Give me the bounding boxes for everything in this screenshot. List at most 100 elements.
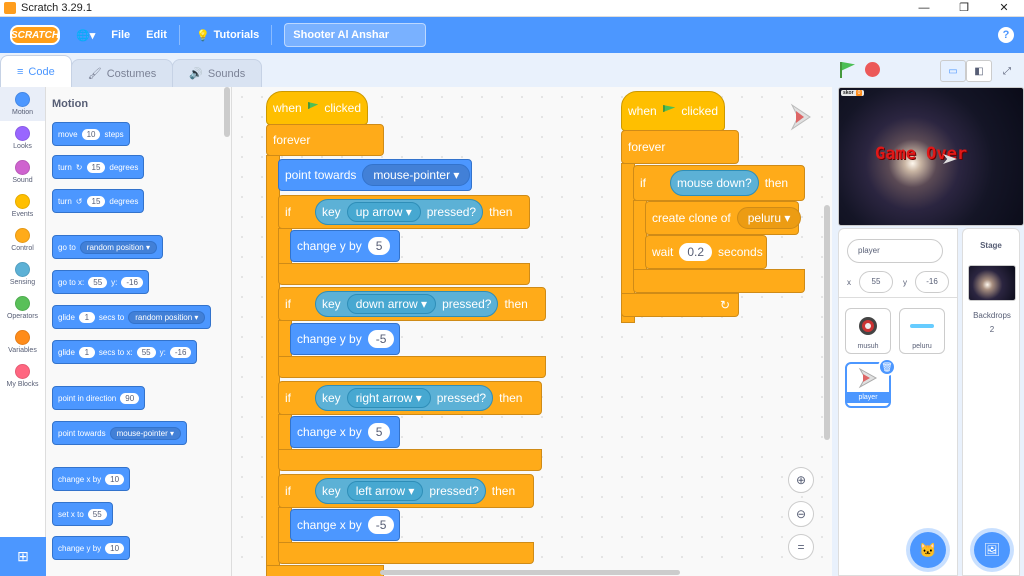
edit-menu[interactable]: Edit	[146, 29, 167, 41]
palette-turn-right-block[interactable]: turn ↻ 15 degrees	[52, 155, 145, 179]
category-operators[interactable]: Operators	[0, 291, 45, 325]
palette-glide-xy-block[interactable]: glide 1 secs to x: 55 y: -16	[52, 340, 198, 364]
script-area[interactable]: when clicked forever point towards mouse-p…	[232, 87, 832, 576]
block-dropdown[interactable]: right arrow ▾	[346, 388, 431, 408]
add-backdrop-button[interactable]: 🖼	[974, 532, 1010, 568]
block-input[interactable]: 10	[105, 542, 125, 554]
block-input[interactable]: -16	[169, 346, 192, 358]
tab-costumes[interactable]: 🖌 Costumes	[70, 59, 174, 87]
block-input[interactable]: 55	[136, 346, 156, 358]
block-input[interactable]: 5	[367, 237, 391, 255]
block-input[interactable]: -5	[367, 330, 395, 348]
point-towards-block[interactable]: point towards mouse-pointer ▾	[278, 159, 472, 191]
block-dropdown[interactable]: random position ▾	[79, 240, 157, 254]
key-pressed-block[interactable]: key up arrow ▾ pressed?	[315, 199, 484, 225]
tutorials-menu[interactable]: 💡 Tutorials	[196, 29, 259, 42]
block-input[interactable]: -5	[367, 516, 395, 534]
if-block[interactable]: if key down arrow ▾ pressed? then	[278, 287, 546, 321]
zoom-in-button[interactable]: ⊕	[788, 467, 814, 493]
block-dropdown[interactable]: mouse-pointer ▾	[362, 164, 471, 186]
forever-block[interactable]: forever	[621, 130, 739, 164]
palette-goto-block[interactable]: go to random position ▾	[52, 235, 163, 259]
sprite-tile-musuh[interactable]: musuh	[845, 308, 891, 354]
when-flag-clicked-block[interactable]: when clicked	[266, 91, 368, 125]
project-title-input[interactable]: Shooter Al Anshar	[284, 23, 427, 47]
add-sprite-button[interactable]: 🐱	[910, 532, 946, 568]
palette-gotoxy-block[interactable]: go to x: 55 y: -16	[52, 270, 149, 294]
block-dropdown[interactable]: peluru ▾	[736, 207, 802, 229]
palette-glide-block[interactable]: glide 1 secs to random position ▾	[52, 305, 212, 329]
fullscreen-button[interactable]: ⤢	[994, 60, 1020, 82]
block-input[interactable]: 15	[86, 161, 106, 173]
green-flag-button[interactable]	[840, 62, 856, 78]
zoom-out-button[interactable]: ⊖	[788, 501, 814, 527]
wait-block[interactable]: wait 0.2 seconds	[645, 235, 767, 269]
change-x-block[interactable]: change x by 5	[290, 416, 400, 448]
category-sound[interactable]: Sound	[0, 155, 45, 189]
block-input[interactable]: 0.2	[679, 243, 713, 261]
block-input[interactable]: 90	[120, 392, 140, 404]
palette-move-block[interactable]: move 10 steps	[52, 122, 130, 146]
palette-turn-left-block[interactable]: turn ↺ 15 degrees	[52, 189, 145, 213]
category-variables[interactable]: Variables	[0, 325, 45, 359]
block-input[interactable]: 55	[88, 276, 108, 288]
category-sensing[interactable]: Sensing	[0, 257, 45, 291]
block-input[interactable]: 1	[78, 311, 95, 323]
change-y-block[interactable]: change y by 5	[290, 230, 400, 262]
block-dropdown[interactable]: left arrow ▾	[346, 481, 424, 501]
minimize-button[interactable]: —	[904, 0, 944, 17]
block-dropdown[interactable]: down arrow ▾	[346, 294, 437, 314]
block-input[interactable]: 55	[87, 508, 107, 520]
create-clone-block[interactable]: create clone of peluru ▾	[645, 201, 802, 235]
language-menu[interactable]: 🌐▾	[76, 29, 95, 42]
sprite-name-input[interactable]: player	[847, 239, 943, 263]
block-input[interactable]: 5	[367, 423, 391, 441]
block-input[interactable]: -16	[121, 276, 143, 288]
small-stage-button[interactable]: ▭	[940, 60, 966, 82]
category-control[interactable]: Control	[0, 223, 45, 257]
stage-selector-panel[interactable]: Stage Backdrops 2	[962, 228, 1020, 576]
block-dropdown[interactable]: mouse-pointer ▾	[109, 426, 181, 440]
when-flag-clicked-block[interactable]: when clicked	[621, 91, 725, 131]
help-icon[interactable]: ?	[998, 27, 1014, 43]
palette-set-x-block[interactable]: set x to 55	[52, 502, 113, 526]
category-my-blocks[interactable]: My Blocks	[0, 359, 45, 393]
scratch-logo[interactable]: SCRATCH	[10, 25, 60, 45]
add-extension-button[interactable]: ⊞	[0, 537, 46, 576]
palette-point-direction-block[interactable]: point in direction 90	[52, 386, 146, 410]
x-input[interactable]: 55	[859, 271, 893, 293]
change-x-block[interactable]: change x by -5	[290, 509, 400, 541]
change-y-block[interactable]: change y by -5	[290, 323, 400, 355]
script-vertical-scrollbar[interactable]	[824, 205, 830, 440]
if-block[interactable]: if key up arrow ▾ pressed? then	[278, 195, 530, 229]
key-pressed-block[interactable]: key left arrow ▾ pressed?	[315, 478, 486, 504]
block-dropdown[interactable]: random position ▾	[128, 310, 206, 324]
file-menu[interactable]: File	[111, 29, 130, 41]
tab-code[interactable]: ≡ Code	[0, 55, 72, 87]
close-button[interactable]: ✕	[984, 0, 1024, 17]
script-horizontal-scrollbar[interactable]	[380, 570, 680, 575]
if-block[interactable]: if mouse down? then	[633, 165, 805, 201]
forever-block[interactable]: forever	[266, 124, 384, 156]
large-stage-button[interactable]: ◧	[966, 60, 992, 82]
palette-scrollbar[interactable]	[224, 87, 230, 137]
category-events[interactable]: Events	[0, 189, 45, 223]
category-motion[interactable]: Motion	[0, 87, 45, 121]
key-pressed-block[interactable]: key right arrow ▾ pressed?	[315, 385, 494, 411]
palette-point-towards-block[interactable]: point towards mouse-pointer ▾	[52, 421, 187, 445]
block-input[interactable]: 10	[105, 473, 125, 485]
category-looks[interactable]: Looks	[0, 121, 45, 155]
stage-canvas[interactable]: skor 0 Game Over	[838, 87, 1024, 226]
block-input[interactable]: 1	[78, 346, 95, 358]
block-input[interactable]: 15	[86, 195, 106, 207]
y-input[interactable]: -16	[915, 271, 949, 293]
maximize-button[interactable]: ❐	[944, 0, 984, 17]
palette-change-y-block[interactable]: change y by 10	[52, 536, 131, 560]
zoom-reset-button[interactable]: =	[788, 534, 814, 560]
delete-sprite-button[interactable]: 🗑	[878, 358, 896, 376]
mouse-down-block[interactable]: mouse down?	[670, 170, 759, 196]
if-block[interactable]: if key left arrow ▾ pressed? then	[278, 474, 534, 508]
block-input[interactable]: 10	[81, 128, 101, 140]
key-pressed-block[interactable]: key down arrow ▾ pressed?	[315, 291, 499, 317]
sprite-tile-peluru[interactable]: peluru	[899, 308, 945, 354]
